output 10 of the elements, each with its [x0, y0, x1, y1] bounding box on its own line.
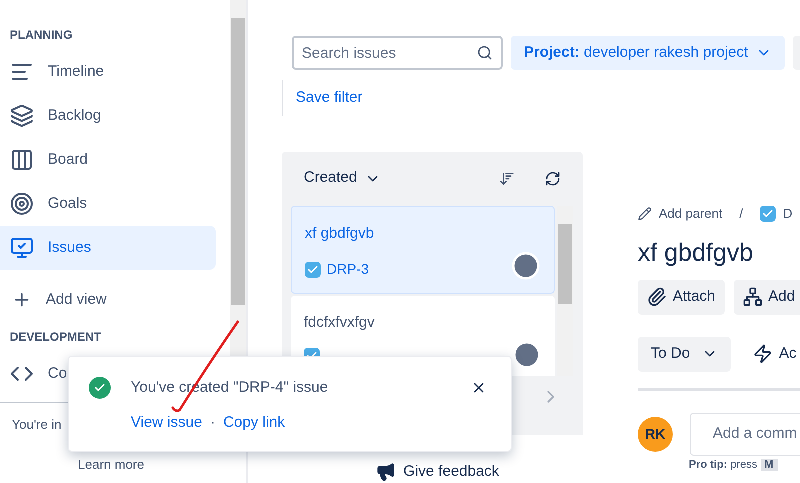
issue-heading: xf gbdfgvb — [638, 238, 754, 268]
link-separator: · — [210, 412, 216, 432]
section-heading: PLANNING — [9, 28, 74, 42]
section-heading: DEVELOPMENT — [9, 330, 102, 344]
issue-title: xf gbdfgvb — [305, 224, 376, 244]
user-avatar: RK — [638, 416, 673, 452]
footer-text: You're in — [12, 416, 62, 434]
issue-key: DRP-3 — [327, 259, 370, 280]
issue-title: fdcfxfvxfgv — [304, 312, 376, 332]
breadcrumb-separator: / — [740, 204, 744, 223]
